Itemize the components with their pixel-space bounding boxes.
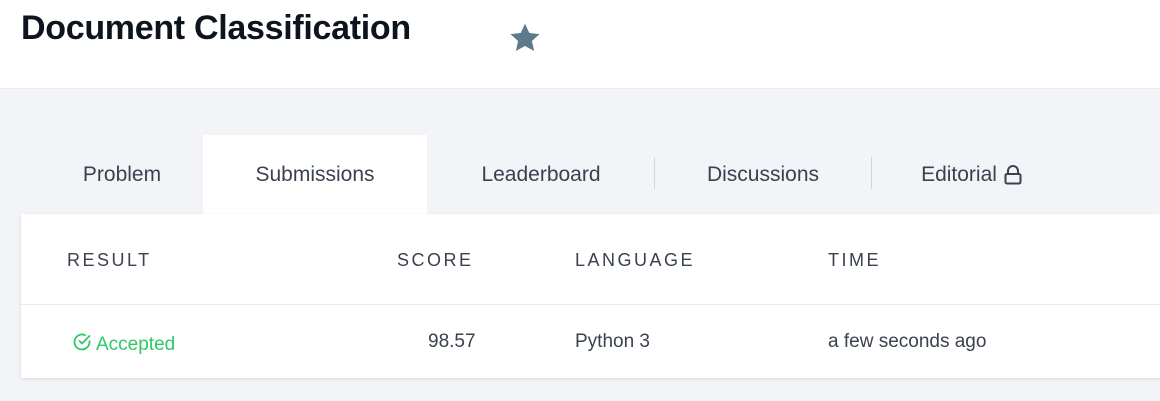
tab-editorial[interactable]: Editorial [872, 135, 1072, 214]
result-label: Accepted [96, 334, 176, 355]
tab-label: Editorial [921, 162, 997, 186]
result-status[interactable]: Accepted [71, 331, 175, 359]
table-row[interactable]: Accepted 98.57 Python 3 a few seconds ag… [21, 305, 1160, 378]
tab-label: Discussions [706, 162, 820, 186]
language-value: Python 3 [575, 331, 650, 352]
tab-bar: Problem Submissions Leaderboard Discussi… [0, 135, 1160, 214]
tab-label: Submissions [255, 162, 375, 186]
column-header-result: RESULT [67, 250, 152, 270]
lock-icon [1003, 164, 1023, 186]
tab-submissions[interactable]: Submissions [203, 135, 427, 214]
tab-leaderboard[interactable]: Leaderboard [428, 135, 654, 214]
time-value: a few seconds ago [828, 331, 987, 352]
column-header-score: SCORE [397, 250, 474, 270]
tab-label: Problem [82, 162, 162, 186]
star-icon[interactable] [506, 20, 544, 56]
page-title: Document Classification [21, 9, 411, 47]
tab-problem[interactable]: Problem [42, 135, 202, 214]
score-value: 98.57 [428, 331, 476, 352]
page-header: Document Classification [0, 0, 1160, 89]
tab-label: Leaderboard [481, 162, 601, 186]
table-header: RESULT SCORE LANGUAGE TIME [21, 214, 1160, 305]
submissions-table: RESULT SCORE LANGUAGE TIME Accepted 98.5… [21, 214, 1160, 378]
tab-discussions[interactable]: Discussions [655, 135, 871, 214]
column-header-time: TIME [828, 250, 881, 270]
check-circle-icon [71, 331, 96, 359]
column-header-language: LANGUAGE [575, 250, 696, 270]
